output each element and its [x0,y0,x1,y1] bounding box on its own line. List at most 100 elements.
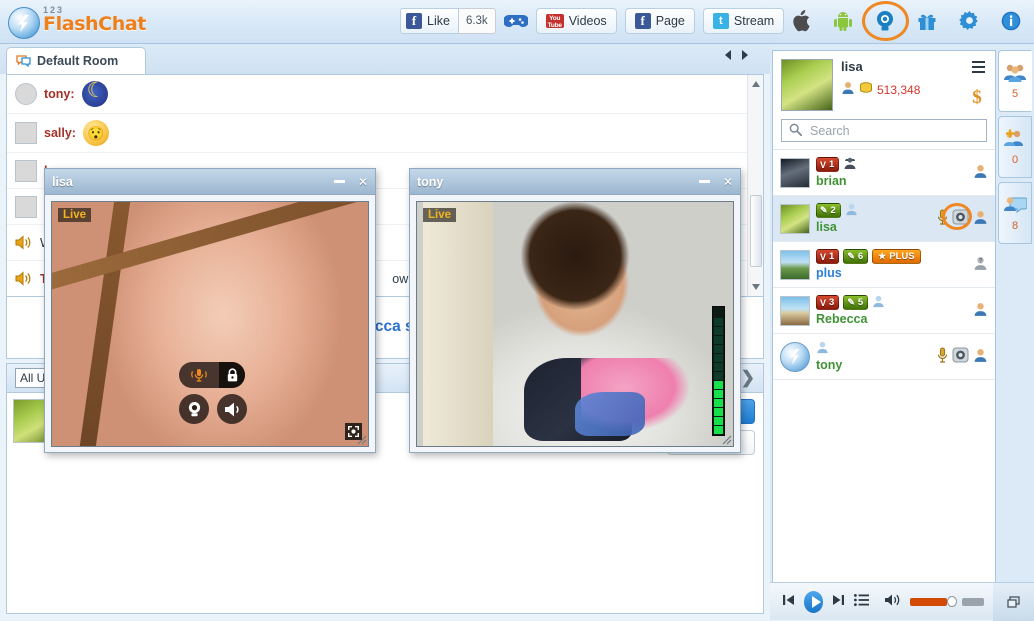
rail-tab-friends[interactable]: 0 [998,116,1032,178]
volume-slider-knob[interactable] [947,596,958,607]
app-logo: 123 FlashChat [8,4,146,39]
rail-tab-users[interactable]: 5 [998,50,1032,112]
tab-next-arrow-icon[interactable] [742,50,748,60]
speaker-icon[interactable] [217,394,247,424]
resize-grip[interactable] [721,434,732,445]
avatar [780,341,810,372]
current-user-card: lisa 513,348 $ [773,51,995,119]
webcam-icon[interactable] [179,394,209,424]
restore-window-icon[interactable] [993,582,1034,621]
badge-number: 2 [830,205,836,216]
mic-icon[interactable] [179,362,219,388]
volume-slider-track[interactable] [910,597,948,606]
user-name: plus [816,266,842,280]
video-stream-lisa[interactable]: Live [51,201,369,447]
user-row-icons [973,302,988,320]
user-row-brian[interactable]: V 1 brian [773,150,995,196]
video-stream-tony[interactable]: Live [416,201,734,447]
info-icon[interactable] [998,6,1024,36]
search-box[interactable] [781,119,987,142]
user-badges: V 1 [816,157,967,172]
user-icon[interactable] [973,302,988,320]
user-row-icons [973,164,988,182]
room-tab-arrows [725,50,748,60]
video-window-title: tony [417,174,444,189]
avatar [15,122,37,144]
video-window-title: lisa [52,174,73,189]
expand-toolbar-icon[interactable]: ❯ [741,368,755,388]
page-button[interactable]: f Page [624,8,695,34]
tab-prev-arrow-icon[interactable] [725,50,731,60]
video-window-titlebar[interactable]: tony ✕ [410,169,740,195]
users-group-icon [1003,63,1027,86]
video-window-lisa[interactable]: lisa ✕ Live [44,168,376,453]
scrollbar-thumb[interactable] [750,195,762,267]
volume-slider-remainder[interactable] [962,597,985,606]
badge-level: V 1 [816,157,840,172]
badge-symbol: ✎ [847,251,855,261]
search-input[interactable] [808,122,979,139]
apple-icon[interactable] [788,6,814,36]
speaker-icon [15,235,33,250]
volume-icon[interactable] [884,593,901,610]
user-row-tony[interactable]: tony [773,334,995,380]
svg-text:?: ? [979,257,983,264]
playlist-icon[interactable] [854,594,870,609]
youtube-icon: You Tube [545,14,564,29]
scroll-up-icon[interactable] [750,78,762,90]
rail-tab-private-chats[interactable]: 8 [998,182,1032,244]
user-row-plus[interactable]: V 1 ✎ 6 ★ PLUS plus ? [773,242,995,288]
video-controls-mic-group [179,362,245,388]
user-icon[interactable] [973,164,988,182]
logo-flashchat-text: FlashChat [43,13,146,35]
previous-icon[interactable] [782,593,795,610]
mic-lock-pill[interactable] [179,362,245,388]
coin-amount: 513,348 [877,82,921,97]
mic-icon[interactable] [937,347,948,366]
media-player-bar [770,582,1034,621]
user-row-rebecca[interactable]: V 3 ✎ 5 Rebecca [773,288,995,334]
badge-number: 3 [829,297,835,308]
user-row-lisa[interactable]: ✎ 2 lisa [773,196,995,242]
play-icon[interactable] [804,590,824,613]
next-icon[interactable] [832,593,845,610]
live-badge: Live [423,208,457,222]
resize-grip[interactable] [356,434,367,445]
avatar [780,249,810,280]
gift-icon[interactable] [914,6,940,36]
current-user-stats: 513,348 [841,81,959,98]
videos-label: Videos [568,14,607,28]
flashchat-app: 123 FlashChat f Like 6.3k You Tube Video… [0,0,1034,621]
facebook-like-group[interactable]: f Like 6.3k [400,8,496,34]
chat-scrollbar[interactable] [747,75,763,296]
videos-button[interactable]: You Tube Videos [535,8,617,34]
close-icon[interactable]: ✕ [358,175,368,189]
video-window-titlebar[interactable]: lisa ✕ [45,169,375,195]
webcam-icon[interactable] [952,347,969,366]
webcam-icon[interactable] [862,1,909,41]
hamburger-menu-icon[interactable] [969,61,985,73]
gamepad-icon[interactable] [503,13,528,29]
facebook-like-button[interactable]: f Like [400,8,459,34]
video-window-tony[interactable]: tony ✕ Live [409,168,741,453]
dollar-icon[interactable]: $ [972,87,982,109]
tab-default-room[interactable]: Default Room [6,47,146,74]
android-icon[interactable] [830,6,856,36]
user-icon[interactable] [973,348,988,366]
right-column: lisa 513,348 $ Search V 1 brian ✎ 2 lisa… [770,44,1034,620]
page-label: Page [655,14,685,28]
chat-bubble-icon [16,55,31,68]
close-icon[interactable]: ✕ [723,175,733,189]
scroll-down-icon[interactable] [750,281,762,293]
lock-icon[interactable] [219,362,245,388]
unknown-user-icon[interactable]: ? [973,256,988,274]
like-label: Like [427,14,450,28]
current-user-avatar[interactable] [781,59,833,111]
stream-button[interactable]: t Stream [702,8,785,34]
user-icon[interactable] [973,210,988,228]
badge-level: V 3 [816,295,840,310]
avatar [780,203,810,234]
minimize-icon[interactable] [333,180,345,183]
gear-icon[interactable] [956,6,982,36]
minimize-icon[interactable] [698,180,710,183]
